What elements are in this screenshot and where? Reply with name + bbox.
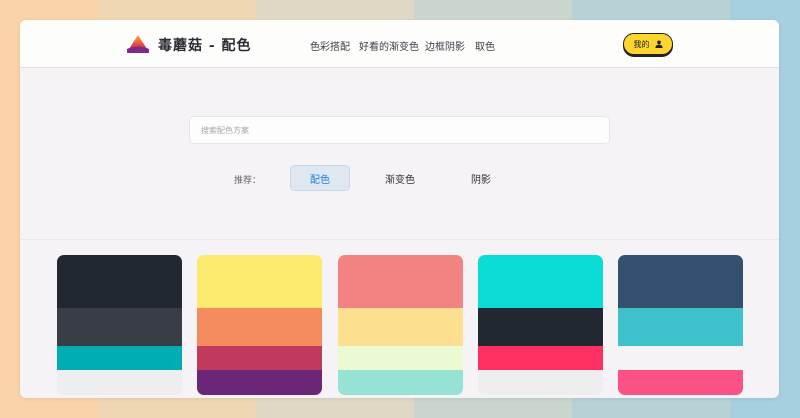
color-swatch[interactable] — [478, 346, 603, 370]
color-swatch[interactable] — [338, 370, 463, 395]
color-swatch[interactable] — [197, 346, 322, 370]
my-account-label: 我的 — [633, 39, 650, 49]
color-swatch[interactable] — [338, 346, 463, 370]
color-swatch[interactable] — [338, 308, 463, 346]
palette-card[interactable] — [338, 255, 463, 395]
recommend-label: 推荐： — [234, 176, 262, 186]
logo-icon[interactable] — [126, 34, 150, 54]
color-swatch[interactable] — [618, 255, 743, 308]
nav-border-shadow[interactable]: 边框阴影 — [425, 38, 465, 53]
color-swatch[interactable] — [57, 370, 182, 395]
tab-gradients[interactable]: 渐变色 — [370, 165, 430, 191]
top-navbar: 毒蘑菇 - 配色 色彩搭配 好看的渐变色 边框阴影 取色 我的 — [20, 20, 779, 68]
color-swatch[interactable] — [478, 370, 603, 395]
my-account-button[interactable]: 我的 — [623, 33, 673, 55]
color-swatch[interactable] — [478, 308, 603, 346]
color-swatch[interactable] — [57, 255, 182, 308]
nav-color-picker[interactable]: 取色 — [475, 38, 495, 53]
palette-card[interactable] — [618, 255, 743, 395]
nav-color-matching[interactable]: 色彩搭配 — [310, 38, 350, 53]
color-swatch[interactable] — [618, 370, 743, 395]
user-icon — [654, 40, 663, 48]
palette-card[interactable] — [197, 255, 322, 395]
app-window: 毒蘑菇 - 配色 色彩搭配 好看的渐变色 边框阴影 取色 我的 推荐： 配色 渐… — [20, 20, 779, 398]
search-box — [189, 116, 610, 144]
color-swatch[interactable] — [338, 255, 463, 308]
color-swatch[interactable] — [57, 308, 182, 346]
palette-card[interactable] — [57, 255, 182, 395]
color-swatch[interactable] — [618, 346, 743, 370]
tab-colors[interactable]: 配色 — [290, 165, 350, 191]
tab-shadows[interactable]: 阴影 — [451, 165, 511, 191]
brand-title[interactable]: 毒蘑菇 - 配色 — [158, 35, 252, 55]
section-divider — [20, 239, 779, 240]
color-swatch[interactable] — [197, 370, 322, 395]
color-swatch[interactable] — [478, 255, 603, 308]
color-swatch[interactable] — [618, 308, 743, 346]
search-input[interactable] — [190, 117, 609, 143]
palette-card[interactable] — [478, 255, 603, 395]
color-swatch[interactable] — [197, 255, 322, 308]
color-swatch[interactable] — [197, 308, 322, 346]
nav-gradients[interactable]: 好看的渐变色 — [359, 38, 419, 53]
color-swatch[interactable] — [57, 346, 182, 370]
